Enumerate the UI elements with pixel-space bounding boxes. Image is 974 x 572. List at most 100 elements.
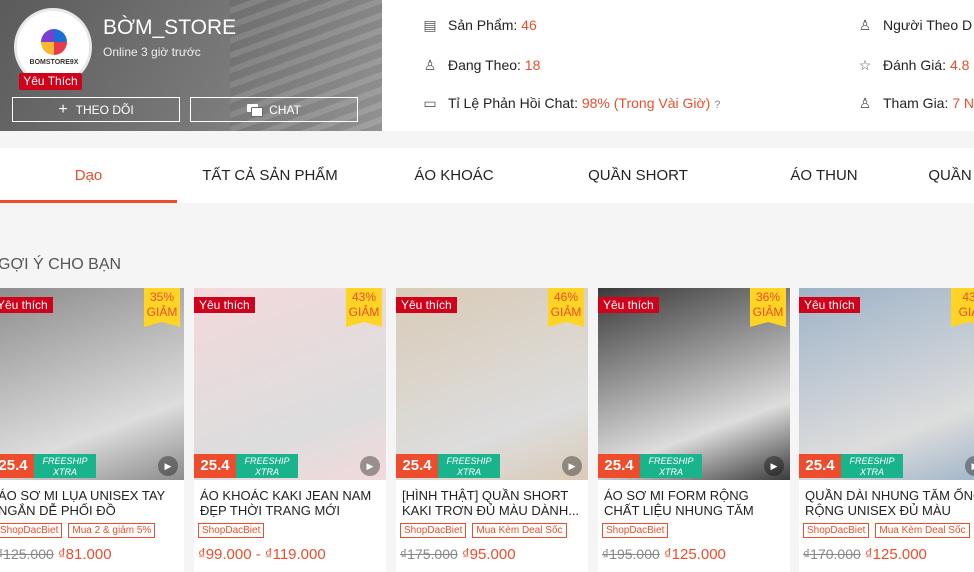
product-tag: ShopDacBiet (0, 523, 63, 538)
product-tags: ShopDacBiet (198, 523, 265, 538)
product-tag: Mua Kèm Deal Sốc (875, 523, 970, 538)
favorite-label: Yêu thích (396, 297, 457, 313)
chat-bubble-icon: ▭ (423, 95, 437, 111)
person-icon: ♙ (423, 57, 437, 73)
tab-tshirts[interactable]: ÁO THUN (780, 148, 868, 203)
discount-badge: 43% GIẢM (346, 288, 382, 327)
old-price: ₫175.000 (400, 546, 458, 562)
product-price: ₫170.000 ₫125.000 (803, 546, 927, 563)
promo-banner: 25.4 FREESHIP XTRA (396, 454, 526, 478)
tab-shorts[interactable]: QUẦN SHORT (580, 148, 696, 203)
stat-response: ▭ Tỉ Lệ Phản Hồi Chat: 98% (Trong Vài Gi… (422, 95, 720, 111)
shop-header: BOMSTORE9X Yêu Thích BỜM_STORE Online 3 … (0, 0, 974, 131)
logo-icon (41, 29, 67, 55)
product-price: ₫125.000 ₫81.000 (0, 546, 112, 563)
stat-following-label: Đang Theo: (448, 57, 521, 73)
old-price: ₫195.000 (602, 546, 660, 562)
freeship-label: FREESHIP XTRA (438, 454, 500, 478)
promo-banner: 25.4 FREESHIP XTRA (799, 454, 929, 478)
favorite-label: Yêu thích (799, 297, 860, 313)
product-title[interactable]: QUẦN DÀI NHUNG TĂM ỐNG RỘNG UNISEX ĐỦ MÀ… (805, 488, 974, 518)
chat-label: CHAT (269, 102, 301, 117)
followers-icon: ♙ (858, 17, 872, 33)
online-status: Online 3 giờ trước (103, 45, 201, 59)
follow-button[interactable]: + THEO DÕI (12, 97, 180, 122)
stat-following-value: 18 (524, 57, 541, 73)
product-title[interactable]: [HÌNH THẬT] QUẦN SHORT KAKI TRƠN ĐỦ MÀU … (402, 488, 582, 518)
store-icon: ▤ (423, 17, 437, 33)
favorite-badge: Yêu Thích (19, 73, 82, 90)
discount-value: 36% (755, 290, 781, 304)
product-tag: Mua 2 & giảm 5% (68, 523, 156, 538)
discount-word: GIẢM (752, 305, 784, 319)
play-icon[interactable]: ▶ (360, 456, 380, 476)
promo-date: 25.4 (396, 454, 438, 478)
follow-label: THEO DÕI (75, 102, 134, 117)
star-icon: ☆ (858, 57, 872, 73)
stat-followers-label: Người Theo D (883, 17, 973, 33)
product-price: ₫99.000 - ₫119.000 (198, 546, 326, 563)
product-tags: ShopDacBiet Mua 2 & giảm 5% (0, 523, 156, 538)
tab-all-products[interactable]: TẤT CẢ SẢN PHẨM (190, 148, 350, 203)
promo-banner: 25.4 FREESHIP XTRA (0, 454, 122, 478)
product-card[interactable]: Yêu thích 43GIẢ 25.4FREESHIP XTRA ▶ QUẦN… (799, 288, 974, 572)
promo-banner: 25.4 FREESHIP XTRA (194, 454, 324, 478)
product-card[interactable]: Yêu thích 36% GIẢM 25.4 FREESHIP XTRA ▶ ÁO… (598, 288, 790, 572)
product-tag: ShopDacBiet (400, 523, 467, 538)
stat-response-label: Tỉ Lệ Phản Hồi Chat: (448, 95, 578, 111)
promo-date: 25.4 (598, 454, 640, 478)
stat-products-label: Sản Phẩm: (448, 17, 518, 33)
discount-value: 43 (962, 290, 974, 304)
avatar-text: BOMSTORE9X (29, 59, 79, 66)
person-check-icon: ♙ (858, 95, 872, 111)
stat-joined-value: 7 N (952, 95, 974, 111)
old-price: ₫125.000 (0, 546, 54, 562)
tab-dao[interactable]: Dạo (0, 148, 177, 203)
product-tag: ShopDacBiet (803, 523, 870, 538)
play-icon[interactable]: ▶ (158, 456, 178, 476)
section-title: GỢI Ý CHO BẠN (0, 256, 122, 273)
product-title[interactable]: ÁO SƠ MI LỤA UNISEX TAY NGẮN DỄ PHỐI ĐỒ (0, 488, 178, 518)
stat-rating-label: Đánh Giá: (883, 57, 947, 73)
favorite-label: Yêu thích (598, 297, 659, 313)
play-icon[interactable]: ▶ (764, 456, 784, 476)
tab-jackets[interactable]: ÁO KHOÁC (400, 148, 508, 203)
play-icon[interactable]: ▶ (562, 456, 582, 476)
product-tags: ShopDacBiet Mua Kèm Deal Sốc (400, 523, 567, 538)
discount-badge: 35% GIẢM (144, 288, 180, 327)
new-price: ₫125.000 (864, 546, 927, 563)
new-price: ₫125.000 (663, 546, 726, 563)
tab-pants[interactable]: QUẦN (920, 148, 974, 203)
product-title[interactable]: ÁO SƠ MI FORM RỘNG CHẤT LIỆU NHUNG TĂM V… (604, 488, 784, 518)
product-tag: Mua Kèm Deal Sốc (472, 523, 567, 538)
stat-response-value: 98% (Trong Vài Giờ) (581, 95, 711, 111)
favorite-label: Yêu thích (0, 297, 53, 313)
discount-badge: 46% GIẢM (548, 288, 584, 327)
stat-joined-label: Tham Gia: (883, 95, 949, 111)
promo-date: 25.4 (194, 454, 236, 478)
discount-word: GIẢM (146, 305, 178, 319)
discount-word: GIẢM (348, 305, 380, 319)
plus-icon: + (58, 100, 68, 118)
stat-products-value: 46 (521, 17, 537, 33)
chat-icon (247, 103, 264, 117)
product-card[interactable]: Yêu thích 46% GIẢM 25.4 FREESHIP XTRA ▶ [H… (396, 288, 588, 572)
promo-date: 25.4 (799, 454, 841, 478)
stat-products: ▤ Sản Phẩm: 46 (422, 17, 537, 33)
freeship-label: FREESHIP XTRA (34, 454, 96, 478)
old-price: ₫170.000 (803, 546, 861, 562)
stat-followers: ♙ Người Theo D (857, 17, 972, 33)
product-card[interactable]: Yêu thích 35% GIẢM 25.4 FREESHIP XTRA ▶ ÁO… (0, 288, 184, 572)
product-price: ₫175.000 ₫95.000 (400, 546, 516, 563)
stat-joined: ♙ Tham Gia: 7 N (857, 95, 974, 111)
product-card[interactable]: Yêu thích 43% GIẢM 25.4 FREESHIP XTRA ▶ ÁO… (194, 288, 386, 572)
shop-card: BOMSTORE9X Yêu Thích BỜM_STORE Online 3 … (0, 0, 382, 131)
help-icon[interactable]: ? (714, 99, 720, 111)
stat-rating: ☆ Đánh Giá: 4.8 ( (857, 57, 974, 73)
discount-value: 35% (149, 290, 175, 304)
stat-following: ♙ Đang Theo: 18 (422, 57, 541, 73)
discount-word: GIẢM (550, 305, 582, 319)
freeship-label: FREESHIP XTRA (640, 454, 702, 478)
product-title[interactable]: ÁO KHOÁC KAKI JEAN NAM ĐẸP THỜI TRANG MỚ… (200, 488, 380, 518)
chat-button[interactable]: CHAT (190, 97, 358, 122)
